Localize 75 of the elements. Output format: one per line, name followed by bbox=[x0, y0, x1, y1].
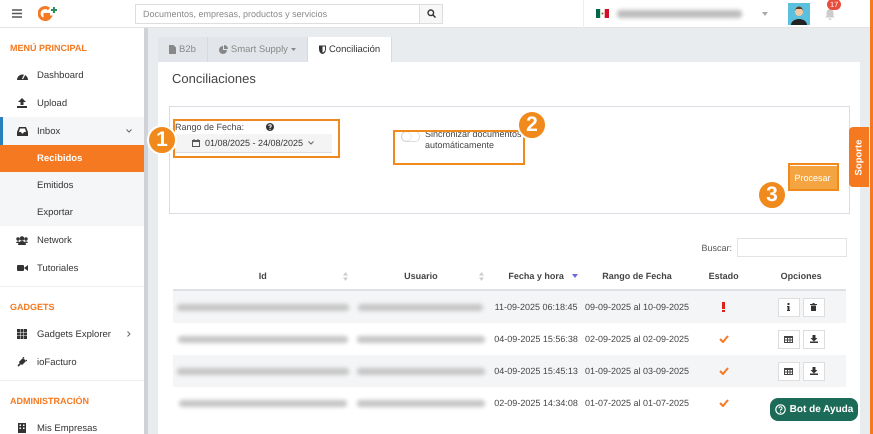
submenu-item[interactable]: Exportar bbox=[0, 199, 144, 226]
tab[interactable]: Conciliación bbox=[308, 37, 392, 62]
sidebar-item[interactable]: Dashboard bbox=[0, 61, 144, 89]
avatar-icon[interactable] bbox=[788, 2, 810, 24]
help-icon bbox=[266, 123, 274, 131]
table-cell: 11-09-2025 06:18:45 bbox=[489, 290, 584, 323]
sidebar-item[interactable]: Tutoriales bbox=[0, 254, 144, 282]
download-button[interactable] bbox=[802, 330, 825, 348]
table-cell: 02-09-2025 al 02-09-2025 bbox=[583, 323, 691, 355]
exclamation-icon bbox=[722, 302, 726, 312]
check-icon bbox=[718, 399, 729, 407]
table-icon bbox=[784, 336, 794, 342]
help-icon bbox=[774, 404, 786, 415]
column-header[interactable]: Id bbox=[258, 271, 267, 281]
column-header[interactable]: Fecha y hora bbox=[508, 271, 564, 281]
inbox-icon bbox=[16, 126, 28, 136]
sidebar-item[interactable]: Network bbox=[0, 226, 144, 254]
caret-down-icon bbox=[762, 12, 768, 16]
sidebar-item[interactable]: Inbox bbox=[0, 117, 144, 145]
column-header[interactable]: Estado bbox=[708, 271, 739, 281]
users-icon bbox=[16, 236, 28, 244]
search-button[interactable] bbox=[419, 4, 443, 24]
pie-chart-icon bbox=[218, 45, 228, 54]
chevron-down-icon bbox=[308, 140, 314, 146]
search-icon bbox=[426, 9, 436, 18]
sidebar-item[interactable]: Mis Empresas bbox=[0, 414, 144, 434]
column-header[interactable]: Usuario bbox=[404, 271, 438, 281]
trash-icon bbox=[810, 303, 818, 311]
help-bot-button[interactable]: Bot de Ayuda bbox=[770, 398, 858, 421]
check-icon bbox=[718, 335, 729, 343]
submenu-item[interactable]: Emitidos bbox=[0, 172, 144, 199]
check-icon bbox=[718, 367, 729, 375]
date-range-picker[interactable]: 01/08/2025 - 24/08/2025 bbox=[174, 134, 332, 153]
flag-icon bbox=[596, 9, 609, 18]
info-button[interactable] bbox=[778, 298, 800, 316]
search-field[interactable]: Documentos, empresas, productos y servicios bbox=[135, 4, 419, 24]
table-cell: 04-09-2025 15:45:13 bbox=[489, 355, 584, 387]
shield-icon bbox=[318, 45, 326, 54]
bell-icon[interactable] bbox=[824, 8, 836, 20]
section-title: MENÚ PRINCIPAL bbox=[9, 42, 88, 55]
table-cell: 02-09-2025 14:34:08 bbox=[489, 387, 584, 419]
toggle-label: Sincronizar documentos automáticamente bbox=[425, 129, 523, 151]
calendar-icon bbox=[192, 139, 200, 147]
info-icon bbox=[787, 303, 790, 311]
table-cell: 01-09-2025 al 03-09-2025 bbox=[583, 355, 691, 387]
video-camera-icon bbox=[16, 264, 28, 272]
download-button[interactable] bbox=[802, 362, 825, 380]
menu-icon[interactable] bbox=[12, 9, 22, 18]
field-label: Rango de Fecha: bbox=[175, 122, 244, 132]
table-button[interactable] bbox=[778, 330, 800, 348]
table-cell: 04-09-2025 15:56:38 bbox=[489, 323, 584, 355]
column-header[interactable]: Rango de Fecha bbox=[602, 271, 672, 281]
grid-icon bbox=[17, 329, 27, 339]
table-cell: 01-07-2025 al 01-07-2025 bbox=[583, 387, 691, 419]
sidebar-item[interactable]: Upload bbox=[0, 89, 144, 117]
plug-icon bbox=[17, 357, 27, 367]
toggle-switch[interactable] bbox=[401, 131, 420, 142]
logo-icon bbox=[38, 6, 58, 22]
upload-icon bbox=[17, 98, 27, 108]
table-cell: 09-09-2025 al 10-09-2025 bbox=[583, 290, 691, 323]
download-icon bbox=[810, 335, 818, 343]
sidebar-item[interactable]: ioFacturo bbox=[0, 348, 144, 376]
section-title: GADGETS bbox=[9, 301, 56, 314]
delete-button[interactable] bbox=[802, 298, 825, 316]
download-icon bbox=[810, 367, 818, 375]
sidebar-item[interactable]: Gadgets Explorer bbox=[0, 320, 144, 348]
document-icon bbox=[169, 45, 176, 54]
table-icon bbox=[784, 368, 794, 374]
search-label: Buscar: bbox=[701, 242, 732, 252]
column-header[interactable]: Opciones bbox=[780, 271, 822, 281]
section-title: ADMINISTRACIÓN bbox=[9, 395, 90, 408]
table-button[interactable] bbox=[778, 362, 800, 380]
search-field[interactable] bbox=[737, 238, 847, 257]
highlight-frame bbox=[788, 163, 839, 191]
page-title: Conciliaciones bbox=[172, 71, 256, 86]
